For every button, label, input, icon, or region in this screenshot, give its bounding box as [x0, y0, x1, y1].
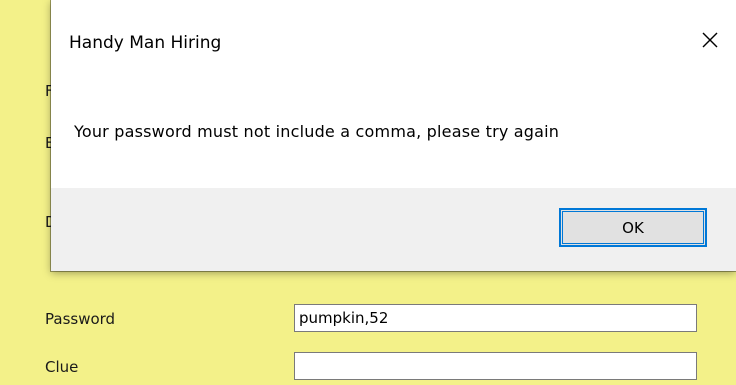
password-field[interactable]: pumpkin,52 [294, 304, 697, 332]
clue-label: Clue [45, 358, 79, 376]
password-label: Password [45, 310, 116, 328]
close-icon [702, 32, 718, 48]
dialog-footer: OK [51, 188, 736, 271]
ok-button[interactable]: OK [559, 208, 707, 247]
close-button[interactable] [692, 24, 728, 56]
clue-field[interactable] [294, 352, 697, 380]
ok-button-label: OK [622, 218, 644, 237]
message-dialog: Handy Man Hiring Your password must not … [51, 0, 736, 271]
dialog-title: Handy Man Hiring [69, 33, 222, 53]
dialog-message: Your password must not include a comma, … [74, 122, 560, 141]
